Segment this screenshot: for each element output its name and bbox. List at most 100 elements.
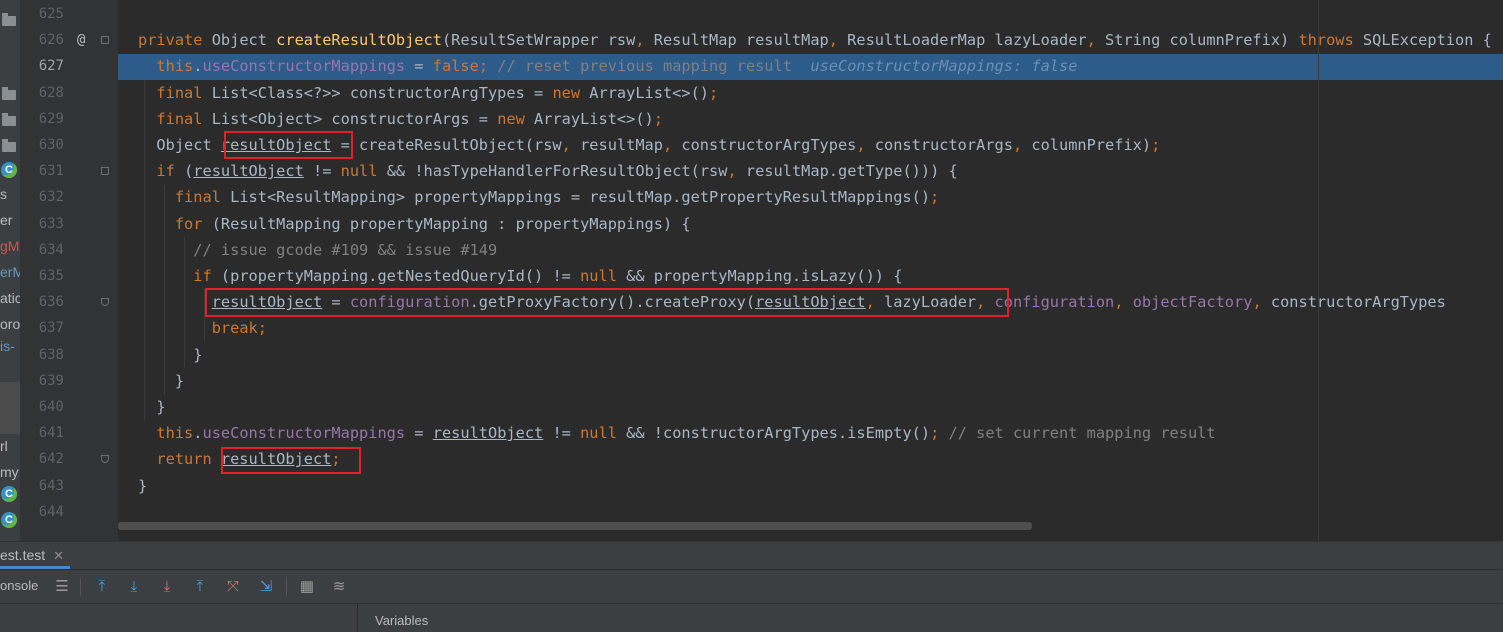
project-tree-item-fragment[interactable]: gM bbox=[0, 238, 19, 254]
code-token: configuration bbox=[994, 293, 1115, 312]
folder-icon bbox=[2, 113, 16, 126]
trace-stream-icon[interactable]: ≋ bbox=[329, 577, 349, 597]
code-token: useConstructorMappings bbox=[202, 424, 406, 443]
project-tree-item-fragment[interactable]: s bbox=[0, 186, 7, 202]
project-tree-item-fragment[interactable]: atic bbox=[0, 290, 20, 306]
code-token: , bbox=[561, 136, 581, 154]
code-token: // set current mapping result bbox=[948, 424, 1216, 443]
line-number[interactable]: 633 bbox=[20, 211, 64, 237]
code-token: new bbox=[552, 83, 590, 102]
step-over-icon[interactable]: ⤓ bbox=[124, 577, 144, 597]
code-line[interactable]: } bbox=[138, 473, 147, 499]
line-number[interactable]: 639 bbox=[20, 368, 64, 394]
evaluate-expression-icon[interactable]: ▦ bbox=[297, 577, 317, 597]
code-token: useConstructorMappings: false bbox=[810, 57, 1078, 76]
code-token: } bbox=[138, 371, 185, 390]
project-tree-item-fragment[interactable]: my bbox=[0, 464, 19, 480]
code-token: , bbox=[828, 31, 848, 50]
annotation-box-create-proxy bbox=[205, 288, 1009, 317]
line-number[interactable]: 632 bbox=[20, 184, 64, 210]
line-number[interactable]: 627 bbox=[20, 53, 64, 79]
toolbar-separator bbox=[80, 578, 81, 596]
code-line[interactable]: } bbox=[138, 342, 202, 368]
line-number[interactable]: 644 bbox=[20, 499, 64, 525]
code-line[interactable]: } bbox=[138, 394, 165, 420]
horizontal-scrollbar[interactable] bbox=[118, 522, 1032, 530]
line-number[interactable]: 629 bbox=[20, 106, 64, 132]
class-icon: C bbox=[1, 512, 17, 528]
step-out-icon[interactable]: ⤒ bbox=[190, 577, 210, 597]
close-icon[interactable]: ✕ bbox=[53, 548, 64, 563]
line-number[interactable]: 643 bbox=[20, 473, 64, 499]
line-number[interactable]: 631 bbox=[20, 158, 64, 184]
code-line[interactable]: if (propertyMapping.getNestedQueryId() !… bbox=[138, 263, 902, 289]
code-token: ; bbox=[709, 83, 719, 102]
code-token: , bbox=[635, 31, 654, 50]
project-tree-item-fragment[interactable]: erM bbox=[0, 264, 20, 280]
code-line[interactable]: this.useConstructorMappings = false; // … bbox=[138, 53, 1077, 79]
show-execution-point-icon[interactable]: ⤒ bbox=[92, 577, 112, 597]
code-line[interactable]: if (resultObject != null && !hasTypeHand… bbox=[138, 158, 957, 184]
code-token: null bbox=[580, 424, 627, 443]
line-number[interactable]: 630 bbox=[20, 132, 64, 158]
code-token: constructorArgs bbox=[874, 136, 1013, 154]
code-line[interactable]: } bbox=[138, 368, 184, 394]
force-step-into-icon[interactable]: ⤓ bbox=[157, 577, 177, 597]
line-number[interactable]: 626 bbox=[20, 27, 64, 53]
project-tree-item-fragment[interactable]: rl bbox=[0, 438, 8, 454]
line-number[interactable]: 635 bbox=[20, 263, 64, 289]
code-line[interactable]: final List<Class<?>> constructorArgTypes… bbox=[138, 80, 718, 106]
line-number[interactable]: 642 bbox=[20, 446, 64, 472]
code-line[interactable]: break; bbox=[138, 315, 267, 341]
code-token: for bbox=[174, 214, 212, 233]
code-editor[interactable]: private Object createResultObject(Result… bbox=[118, 0, 1503, 541]
line-number[interactable]: 625 bbox=[20, 1, 64, 27]
fold-start-marker-icon[interactable] bbox=[101, 167, 109, 176]
project-panel-edge[interactable]: C s er gM erM atic oro is-rl my C C bbox=[0, 0, 20, 541]
line-number[interactable]: 640 bbox=[20, 394, 64, 420]
line-number[interactable]: 636 bbox=[20, 289, 64, 315]
code-token: , bbox=[856, 136, 875, 154]
right-margin-guide bbox=[1318, 0, 1319, 541]
code-line[interactable]: final List<ResultMapping> propertyMappin… bbox=[138, 184, 939, 210]
console-tab[interactable]: onsole bbox=[0, 578, 38, 593]
code-token: ; bbox=[1151, 136, 1161, 154]
code-token: , bbox=[727, 162, 746, 181]
line-number[interactable]: 638 bbox=[20, 342, 64, 368]
project-tree-item-fragment[interactable]: oro bbox=[0, 316, 20, 332]
code-line[interactable]: this.useConstructorMappings = resultObje… bbox=[138, 420, 1216, 446]
run-to-cursor-icon[interactable]: ⇲ bbox=[256, 577, 276, 597]
code-token: != bbox=[543, 424, 581, 443]
project-tree-item-fragment[interactable]: er bbox=[0, 212, 12, 228]
variables-panel-header: Variables bbox=[0, 603, 1503, 632]
folder-icon bbox=[2, 139, 16, 152]
code-line[interactable]: private Object createResultObject(Result… bbox=[138, 27, 1492, 53]
code-line[interactable]: // issue gcode #109 && issue #149 bbox=[138, 237, 497, 263]
code-token: Object bbox=[211, 31, 277, 50]
drop-frame-icon[interactable]: ⤧ bbox=[223, 577, 243, 597]
line-number[interactable]: 641 bbox=[20, 420, 64, 446]
project-tree-item-fragment[interactable]: is- bbox=[0, 338, 15, 354]
code-token: != bbox=[303, 162, 341, 181]
code-token: // issue gcode #109 && issue #149 bbox=[193, 240, 498, 259]
line-number[interactable]: 634 bbox=[20, 237, 64, 263]
code-token: break bbox=[211, 319, 258, 338]
code-line[interactable]: final List<Object> constructorArgs = new… bbox=[138, 106, 663, 132]
code-line[interactable]: for (ResultMapping propertyMapping : pro… bbox=[138, 211, 691, 237]
override-marker-icon[interactable]: @ bbox=[77, 27, 85, 53]
code-token: List<Object> constructorArgs = bbox=[211, 109, 498, 128]
line-number[interactable]: 637 bbox=[20, 315, 64, 341]
code-token: createResultObject bbox=[276, 31, 442, 50]
debug-session-tab[interactable]: est.test ✕ bbox=[0, 542, 71, 569]
fold-start-marker-icon[interactable] bbox=[101, 36, 109, 45]
frames-variables-splitter[interactable] bbox=[357, 604, 358, 632]
debug-toolbar: onsole ☰ ⤒ ⤓ ⤓ ⤒ ⤧ ⇲ ▦ ≋ bbox=[0, 569, 1503, 604]
line-number[interactable]: 628 bbox=[20, 80, 64, 106]
code-token: , bbox=[1086, 31, 1106, 50]
menu-icon[interactable]: ☰ bbox=[52, 577, 72, 597]
folder-icon bbox=[2, 87, 16, 100]
